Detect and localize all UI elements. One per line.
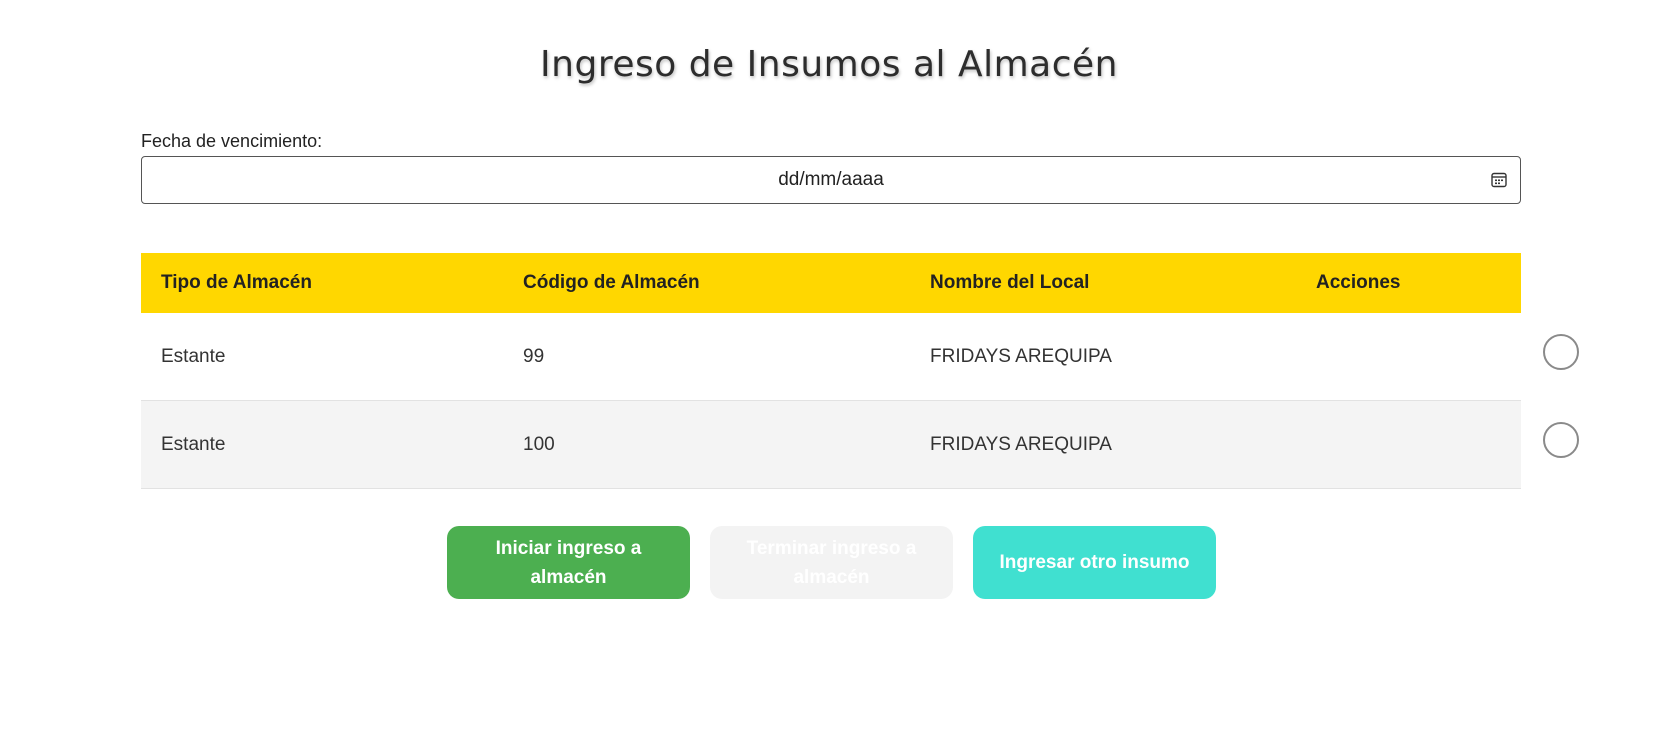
column-header-local: Nombre del Local — [930, 272, 1090, 293]
calendar-icon[interactable] — [1490, 171, 1508, 189]
start-entry-button[interactable]: Iniciar ingreso a almacén — [447, 526, 690, 599]
table-header: Tipo de Almacén Código de Almacén Nombre… — [141, 253, 1521, 313]
expiration-date-input[interactable]: dd/mm/aaaa — [141, 156, 1521, 204]
table-row[interactable]: Estante 100 FRIDAYS AREQUIPA — [141, 401, 1579, 489]
cell-local: FRIDAYS AREQUIPA — [930, 433, 1112, 455]
cell-codigo: 100 — [523, 433, 555, 455]
finish-entry-button[interactable]: Terminar ingreso a almacén — [710, 526, 953, 599]
warehouse-table: Tipo de Almacén Código de Almacén Nombre… — [141, 253, 1579, 489]
table-row[interactable]: Estante 99 FRIDAYS AREQUIPA — [141, 313, 1579, 401]
cell-tipo: Estante — [161, 433, 226, 455]
select-radio[interactable] — [1543, 334, 1579, 370]
cell-codigo: 99 — [523, 345, 545, 367]
date-placeholder: dd/mm/aaaa — [778, 169, 884, 190]
column-header-acciones: Acciones — [1316, 272, 1401, 293]
page-title: Ingreso de Insumos al Almacén — [540, 44, 1118, 85]
column-header-tipo: Tipo de Almacén — [161, 272, 312, 293]
add-another-supply-button[interactable]: Ingresar otro insumo — [973, 526, 1216, 599]
cell-local: FRIDAYS AREQUIPA — [930, 345, 1112, 367]
cell-tipo: Estante — [161, 345, 226, 367]
date-field-label: Fecha de vencimiento: — [141, 131, 323, 151]
column-header-codigo: Código de Almacén — [523, 272, 700, 293]
select-radio[interactable] — [1543, 422, 1579, 458]
cell-acciones — [1296, 313, 1579, 400]
cell-acciones — [1296, 401, 1579, 488]
